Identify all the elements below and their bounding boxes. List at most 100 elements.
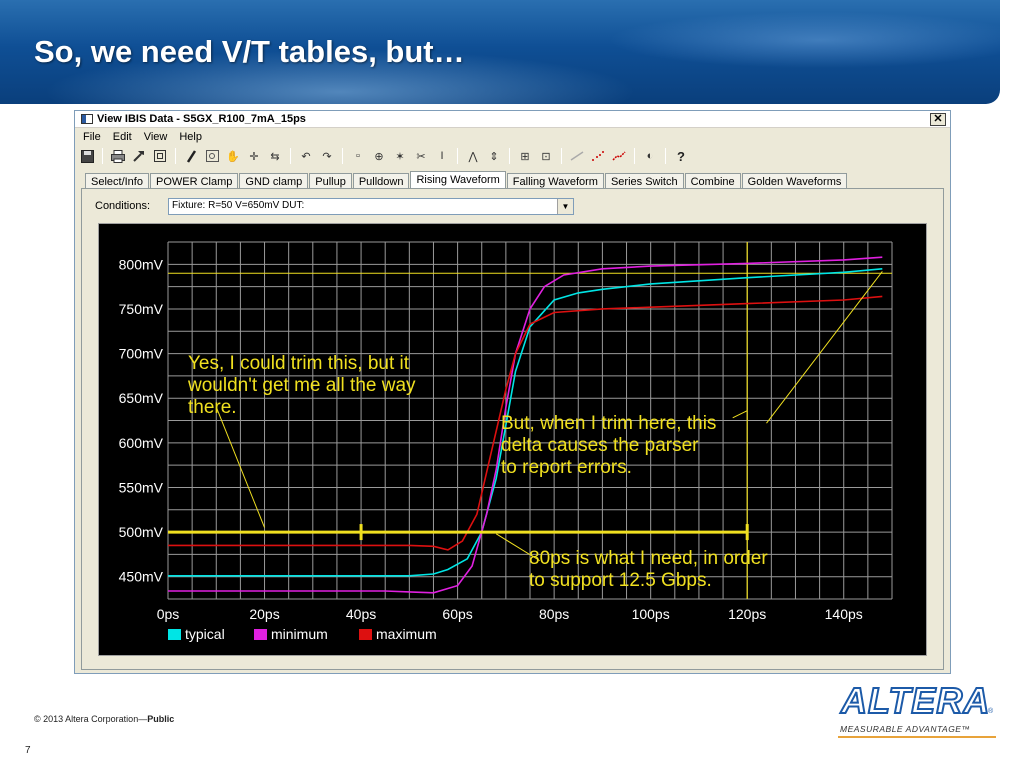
x-tick-label: 40ps bbox=[346, 606, 376, 622]
undo-icon[interactable]: ↶ bbox=[298, 148, 314, 164]
box-icon[interactable]: ▫ bbox=[350, 148, 366, 164]
annotation-text: 80ps is what I need, in order bbox=[529, 548, 768, 569]
x-tick-label: 120ps bbox=[728, 606, 766, 622]
dash-icon[interactable] bbox=[611, 148, 627, 164]
svg-text:?: ? bbox=[677, 149, 685, 163]
text-cursor-icon[interactable]: I bbox=[434, 148, 450, 164]
app-icon bbox=[81, 114, 93, 124]
hammer-icon[interactable] bbox=[131, 148, 147, 164]
menu-file[interactable]: File bbox=[83, 131, 101, 143]
redo-icon[interactable]: ↷ bbox=[319, 148, 335, 164]
x-tick-label: 100ps bbox=[632, 606, 670, 622]
slide-title: So, we need V/T tables, but… bbox=[34, 34, 465, 69]
legend-swatch-maximum bbox=[359, 629, 372, 640]
tab-combine[interactable]: Combine bbox=[684, 173, 741, 189]
annotation-text: wouldn't get me all the way bbox=[187, 375, 416, 396]
menu-edit[interactable]: Edit bbox=[113, 131, 132, 143]
tab-gnd-clamp[interactable]: GND clamp bbox=[239, 173, 309, 189]
toolbar-separator bbox=[102, 148, 103, 164]
x-tick-label: 60ps bbox=[442, 606, 472, 622]
close-button[interactable]: ✕ bbox=[930, 113, 946, 126]
y-tick-label: 550mV bbox=[119, 479, 164, 495]
menu-help[interactable]: Help bbox=[179, 131, 202, 143]
ibis-viewer-window: View IBIS Data - S5GX_R100_7mA_15ps ✕ Fi… bbox=[74, 110, 951, 674]
disk-icon[interactable]: ◐ bbox=[642, 148, 658, 164]
scissors-icon[interactable]: ✂ bbox=[413, 148, 429, 164]
legend-label-typical: typical bbox=[185, 626, 225, 642]
tab-pulldown[interactable]: Pulldown bbox=[352, 173, 410, 189]
zoom-box-icon[interactable] bbox=[204, 148, 220, 164]
y-tick-label: 700mV bbox=[119, 346, 164, 362]
legend-label-minimum: minimum bbox=[271, 626, 328, 642]
conditions-value: Fixture: R=50 V=650mV DUT: bbox=[172, 200, 305, 211]
annotation-pointer bbox=[766, 271, 883, 424]
toolbar-separator bbox=[175, 148, 176, 164]
line-icon[interactable] bbox=[569, 148, 585, 164]
copyright-notice: © 2013 Altera Corporation—Public bbox=[34, 714, 174, 724]
logo-underline bbox=[838, 736, 996, 738]
x-tick-label: 80ps bbox=[539, 606, 569, 622]
pencil-icon[interactable] bbox=[183, 148, 199, 164]
y-tick-label: 600mV bbox=[119, 435, 164, 451]
tab-rising-waveform[interactable]: Rising Waveform bbox=[410, 171, 506, 189]
logo-tagline: MEASURABLE ADVANTAGE™ bbox=[840, 724, 971, 734]
annotation-text: to support 12.5 Gbps. bbox=[529, 570, 712, 591]
y-tick-label: 450mV bbox=[119, 569, 164, 585]
print-icon[interactable] bbox=[110, 148, 126, 164]
menu-view[interactable]: View bbox=[144, 131, 168, 143]
chevron-down-icon[interactable]: ▼ bbox=[557, 199, 573, 214]
tab-select-info[interactable]: Select/Info bbox=[85, 173, 149, 189]
toolbar-separator bbox=[509, 148, 510, 164]
tab-pullup[interactable]: Pullup bbox=[309, 173, 352, 189]
x-tick-label: 140ps bbox=[825, 606, 863, 622]
window-titlebar[interactable]: View IBIS Data - S5GX_R100_7mA_15ps ✕ bbox=[75, 111, 950, 128]
dots-icon[interactable] bbox=[590, 148, 606, 164]
y-tick-label: 650mV bbox=[119, 390, 164, 406]
toolbar: ✋ ✛ ⇆ ↶ ↷ ▫ ⊕ ✶ ✂ I ⋀ ⇕ ⊞ ⊡ ◐ ? bbox=[79, 146, 689, 166]
annotation-text: there. bbox=[188, 397, 237, 418]
waveform-plot[interactable]: 450mV 500mV 550mV 600mV 650mV 700mV 750mV 800mV… bbox=[98, 223, 927, 656]
annotation-text: Yes, I could trim this, but it bbox=[188, 353, 410, 374]
logo-registered-mark: ® bbox=[988, 708, 994, 715]
save-icon[interactable] bbox=[79, 148, 95, 164]
annotation-text: But, when I trim here, this bbox=[501, 413, 716, 434]
tab-falling-waveform[interactable]: Falling Waveform bbox=[506, 173, 604, 189]
toolbar-separator bbox=[561, 148, 562, 164]
updown-icon[interactable]: ⇕ bbox=[486, 148, 502, 164]
annotation-pointer bbox=[732, 410, 748, 419]
tab-golden-waveforms[interactable]: Golden Waveforms bbox=[741, 173, 848, 189]
frame-icon[interactable] bbox=[152, 148, 168, 164]
arrows-icon[interactable]: ⇆ bbox=[267, 148, 283, 164]
fit-icon[interactable]: ⊞ bbox=[517, 148, 533, 164]
zoom-fit-icon[interactable]: ⊡ bbox=[538, 148, 554, 164]
window-title: View IBIS Data - S5GX_R100_7mA_15ps bbox=[97, 113, 306, 125]
crosshair-icon[interactable]: ✛ bbox=[246, 148, 262, 164]
toolbar-separator bbox=[634, 148, 635, 164]
menu-bar: File Edit View Help bbox=[75, 129, 202, 145]
tab-power-clamp[interactable]: POWER Clamp bbox=[149, 173, 239, 189]
hand-icon[interactable]: ✋ bbox=[225, 148, 241, 164]
legend-swatch-typical bbox=[168, 629, 181, 640]
toolbar-separator bbox=[665, 148, 666, 164]
chevron-icon[interactable]: ⋀ bbox=[465, 148, 481, 164]
slide-header-band: So, we need V/T tables, but… bbox=[0, 0, 1000, 104]
page-number: 7 bbox=[25, 745, 31, 756]
help-icon[interactable]: ? bbox=[673, 148, 689, 164]
x-tick-label: 0ps bbox=[157, 606, 180, 622]
target-icon[interactable]: ⊕ bbox=[371, 148, 387, 164]
y-tick-label: 500mV bbox=[119, 524, 164, 540]
annotation-text: to report errors. bbox=[501, 457, 632, 478]
x-tick-label: 20ps bbox=[249, 606, 279, 622]
y-tick-label: 800mV bbox=[119, 256, 164, 272]
annotation-text: delta causes the parser bbox=[501, 435, 699, 456]
conditions-dropdown[interactable]: Fixture: R=50 V=650mV DUT: ▼ bbox=[168, 198, 574, 215]
toolbar-separator bbox=[290, 148, 291, 164]
tab-series-switch[interactable]: Series Switch bbox=[604, 173, 684, 189]
copyright-public: Public bbox=[147, 714, 175, 724]
toolbar-separator bbox=[342, 148, 343, 164]
waveform-chart-svg: 450mV 500mV 550mV 600mV 650mV 700mV 750mV 800mV… bbox=[119, 241, 893, 642]
legend-swatch-minimum bbox=[254, 629, 267, 640]
y-tick-label: 750mV bbox=[119, 301, 164, 317]
legend-label-maximum: maximum bbox=[376, 626, 437, 642]
star-icon[interactable]: ✶ bbox=[392, 148, 408, 164]
